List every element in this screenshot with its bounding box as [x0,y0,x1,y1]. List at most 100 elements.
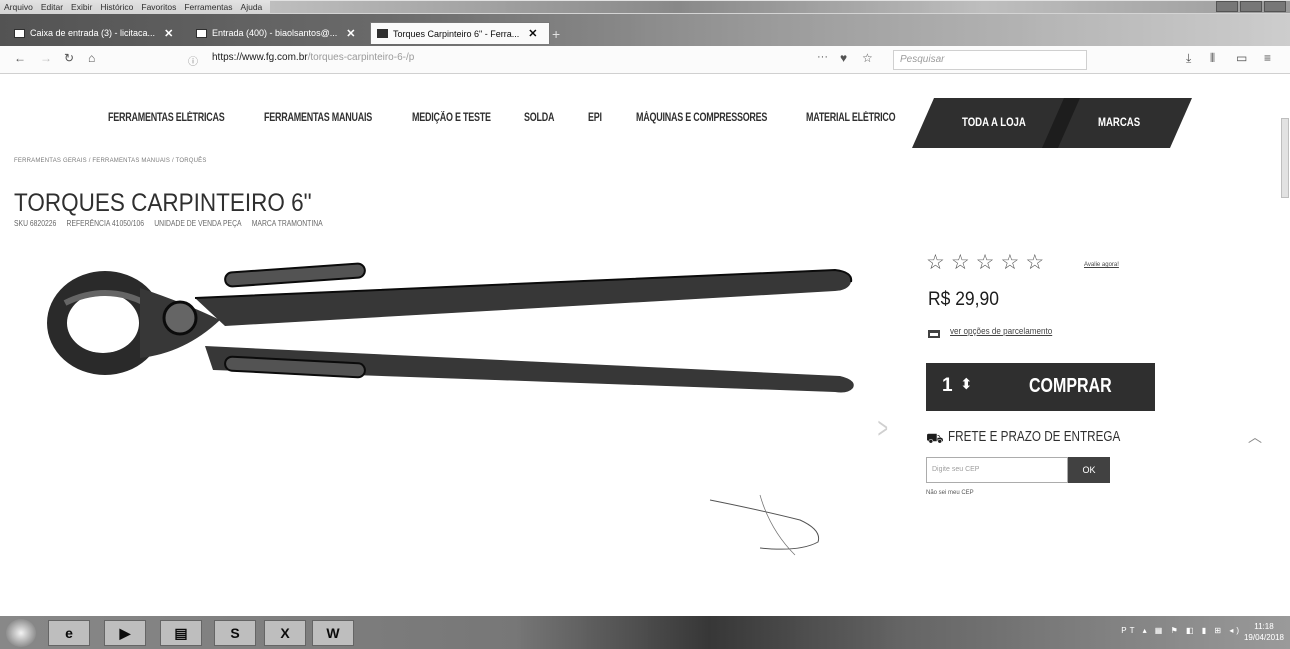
forward-icon[interactable]: → [40,51,52,65]
price: R$ 29,90 [928,289,999,310]
tab-bar: Caixa de entrada (3) - licitaca... ✕ Ent… [0,14,1290,46]
star-icon[interactable]: ☆ [926,250,945,275]
reload-icon[interactable]: ↻ [64,51,74,65]
download-icon[interactable]: ⤓ [1186,51,1191,66]
url-domain: https://www.fg.com.br [212,52,308,63]
skype-icon[interactable]: S [214,620,256,646]
menu-ferramentas[interactable]: Ferramentas [184,2,232,12]
cep-input[interactable]: Digite seu CEP [926,457,1068,483]
clock-date: 19/04/2018 [1243,633,1284,642]
brands-link[interactable]: MARCAS [1098,115,1140,129]
next-image-icon[interactable]: > [878,412,889,446]
mail-icon [196,28,207,38]
cep-ok-button[interactable]: OK [1068,457,1110,483]
rating-stars[interactable]: ☆ ☆ ☆ ☆ ☆ [926,250,1044,275]
nav-solda[interactable]: SOLDA [524,112,554,132]
nav-material-eletrico[interactable]: MATERIAL ELÉTRICO [806,112,896,132]
scrollbar-thumb[interactable] [1281,118,1289,198]
nav-ferramentas-eletricas[interactable]: FERRAMENTAS ELÉTRICAS [108,112,225,132]
star-icon[interactable]: ☆ [1000,250,1019,275]
menu-historico[interactable]: Histórico [100,2,133,12]
more-icon[interactable]: ··· [817,51,828,63]
rate-now-link[interactable]: Avalie agora! [1084,262,1119,268]
star-icon[interactable]: ☆ [1025,250,1044,275]
maximize-button[interactable] [1240,1,1262,12]
address-bar[interactable]: https://www.fg.com.br/torques-carpinteir… [212,52,414,63]
sale-unit: UNIDADE DE VENDA PEÇA [154,219,242,228]
search-input[interactable]: Pesquisar [893,50,1087,70]
tab-label: Caixa de entrada (3) - licitaca... [30,28,156,38]
close-icon[interactable]: ✕ [528,27,537,40]
star-icon[interactable]: ☆ [976,250,995,275]
brand: MARCA TRAMONTINA [251,219,323,228]
menu-bar: Arquivo Editar Exibir Histórico Favorito… [0,0,1290,14]
quantity-value[interactable]: 1 [942,375,953,397]
folder-icon[interactable]: ▤ [160,620,202,646]
start-button[interactable] [6,619,36,647]
minimize-button[interactable] [1216,1,1238,12]
menu-favoritos[interactable]: Favoritos [141,2,176,12]
tab-label: Torques Carpinteiro 6" - Ferra... [393,28,520,39]
tab-inbox-1[interactable]: Caixa de entrada (3) - licitaca... ✕ [8,23,188,43]
page-title: TORQUES CARPINTEIRO 6" [14,189,312,217]
handwritten-mark [709,494,820,556]
excel-icon[interactable]: X [264,620,306,646]
close-icon[interactable]: ✕ [164,27,173,40]
chevron-up-icon[interactable]: ︿ [1248,427,1262,447]
mail-icon [14,28,25,38]
system-tray[interactable]: PT ▴ ▦ ⚑ ◧ ▮ ⊞ ◂) [1121,626,1242,635]
all-store-link[interactable]: TODA A LOJA [962,115,1026,129]
back-icon[interactable]: ← [14,51,26,65]
language-indicator[interactable]: PT [1121,626,1137,635]
nav-epi[interactable]: EPI [588,112,602,132]
nav-medicao-teste[interactable]: MEDIÇÃO E TESTE [412,112,491,132]
bookmark-star-icon[interactable]: ☆ [862,51,873,65]
shipping-title: FRETE E PRAZO DE ENTREGA [948,428,1121,445]
title-strip [270,1,1290,13]
tab-product[interactable]: Torques Carpinteiro 6" - Ferra... ✕ [370,22,550,44]
pocket-icon[interactable]: ♥ [840,51,847,65]
tab-inbox-2[interactable]: Entrada (400) - biaolsantos@... ✕ [190,23,368,43]
info-icon[interactable]: ⓘ [188,53,198,68]
truck-icon: ⛟ [926,430,944,446]
site-favicon-icon [377,29,388,38]
credit-card-icon [928,330,940,338]
close-window-button[interactable] [1264,1,1286,12]
no-cep-link[interactable]: Não sei meu CEP [926,490,974,496]
window-controls [1216,1,1286,12]
menu-exibir[interactable]: Exibir [71,2,92,12]
product-meta: SKU 6820226 REFERÊNCIA 41050/106 UNIDADE… [14,219,323,228]
nav-divider [1042,98,1080,148]
clock[interactable]: 11:18 19/04/2018 [1244,621,1284,643]
star-icon[interactable]: ☆ [951,250,970,275]
ie-icon[interactable]: e [48,620,90,646]
media-player-icon[interactable]: ▶ [104,620,146,646]
home-icon[interactable]: ⌂ [88,51,95,65]
buy-box: 1 ⬍ COMPRAR [926,363,1155,411]
menu-icon[interactable]: ≡ [1264,51,1271,65]
url-path: /torques-carpinteiro-6-/p [307,52,415,63]
reference: REFERÊNCIA 41050/106 [66,219,145,228]
nav-ferramentas-manuais[interactable]: FERRAMENTAS MANUAIS [264,112,372,132]
menu-editar[interactable]: Editar [41,2,63,12]
store-brands-nav: TODA A LOJA MARCAS [912,98,1192,148]
product-image [47,262,854,393]
clock-time: 11:18 [1254,622,1274,631]
word-icon[interactable]: W [312,620,354,646]
buy-button[interactable]: COMPRAR [1029,375,1112,398]
page-scrollbar[interactable] [1280,98,1290,598]
installments-link[interactable]: ver opções de parcelamento [950,326,1052,336]
quantity-stepper-icon[interactable]: ⬍ [960,375,973,393]
close-icon[interactable]: ✕ [346,27,355,40]
library-icon[interactable]: ⫴ [1210,51,1215,66]
sidebar-icon[interactable]: ▭ [1236,51,1247,65]
sku: SKU 6820226 [14,219,57,228]
menu-ajuda[interactable]: Ajuda [241,2,263,12]
breadcrumb[interactable]: FERRAMENTAS GERAIS / FERRAMENTAS MANUAIS… [14,158,207,164]
taskbar: e ▶ ▤ S X W PT ▴ ▦ ⚑ ◧ ▮ ⊞ ◂) 11:18 19/0… [0,616,1290,649]
nav-maquinas-compressores[interactable]: MÁQUINAS E COMPRESSORES [636,112,767,132]
menu-arquivo[interactable]: Arquivo [4,2,33,12]
tab-label: Entrada (400) - biaolsantos@... [212,28,338,38]
new-tab-icon[interactable]: + [552,26,570,42]
navigation-bar: ← → ↻ ⌂ ⓘ https://www.fg.com.br/torques-… [0,46,1290,74]
